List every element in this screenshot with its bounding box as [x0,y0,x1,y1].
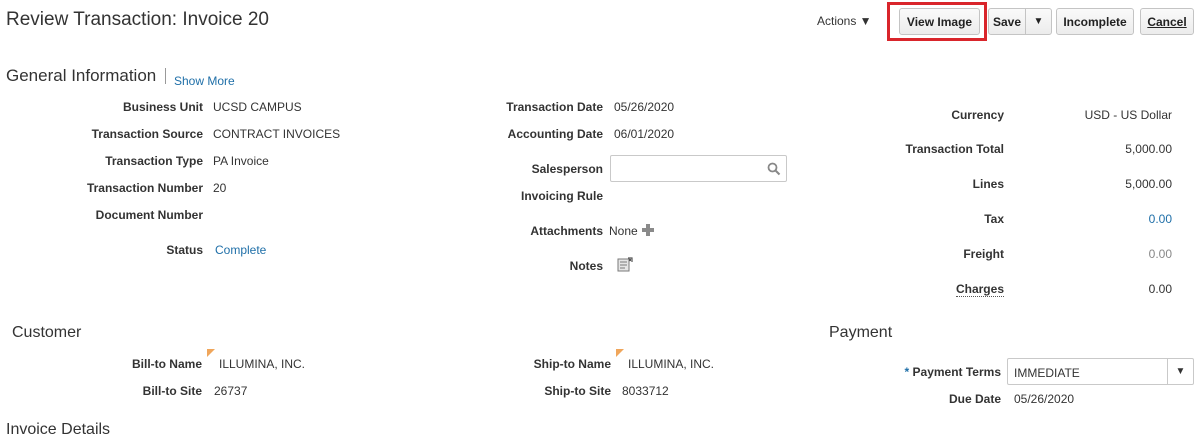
payment-terms-value: IMMEDIATE [1014,366,1080,380]
lines-label: Lines [972,177,1004,191]
view-image-button[interactable]: View Image [899,8,980,35]
invoice-details-heading: Invoice Details [6,421,111,438]
save-menu-button[interactable]: ▼ [1025,8,1052,35]
due-date-value: 05/26/2020 [1014,392,1075,406]
transaction-source-label: Transaction Source [91,127,203,141]
actions-menu[interactable]: Actions ▼ [817,14,872,28]
incomplete-button[interactable]: Incomplete [1056,8,1134,35]
transaction-number-label: Transaction Number [86,181,203,195]
customer-heading: Customer [12,324,82,341]
currency-value: USD - US Dollar [1084,108,1172,122]
document-number-label: Document Number [95,208,203,222]
transaction-number-value: 20 [213,181,227,195]
freight-label: Freight [963,247,1004,261]
general-information-heading: General Information [6,66,157,85]
bill-to-name-label: Bill-to Name [131,357,202,371]
tax-label: Tax [984,212,1004,226]
payment-heading: Payment [829,324,893,341]
notes-icon[interactable] [617,257,633,273]
accounting-date-label: Accounting Date [507,127,603,141]
business-unit-label: Business Unit [122,100,203,114]
page-title: Review Transaction: Invoice 20 [6,9,269,30]
chevron-down-icon[interactable]: ▼ [1167,359,1193,384]
add-attachment-icon[interactable] [641,223,655,237]
bill-to-site-value: 26737 [214,384,248,398]
chevron-down-icon: ▼ [1033,16,1044,27]
payment-terms-select[interactable]: IMMEDIATE ▼ [1007,358,1194,385]
ship-to-name-value: ILLUMINA, INC. [628,357,715,371]
cancel-button[interactable]: Cancel [1140,8,1194,35]
transaction-type-label: Transaction Type [105,154,203,168]
currency-label: Currency [951,108,1004,122]
status-value-link[interactable]: Complete [215,243,266,257]
invoicing-rule-label: Invoicing Rule [520,189,603,203]
ship-to-site-label: Ship-to Site [544,384,611,398]
attachments-value: None [609,224,638,238]
transaction-total-value: 5,000.00 [1125,142,1172,156]
ship-to-site-value: 8033712 [622,384,669,398]
charges-value: 0.00 [1148,282,1172,296]
transaction-date-value: 05/26/2020 [614,100,675,114]
bill-to-name-value: ILLUMINA, INC. [219,357,306,371]
search-icon[interactable] [767,162,781,176]
charges-label[interactable]: Charges [955,282,1004,297]
bill-to-site-label: Bill-to Site [142,384,202,398]
transaction-total-label: Transaction Total [905,142,1004,156]
transaction-date-label: Transaction Date [506,100,603,114]
tax-value-link[interactable]: 0.00 [1149,212,1172,226]
changed-marker-icon [207,349,215,357]
salesperson-input[interactable] [610,155,787,182]
lines-value: 5,000.00 [1125,177,1172,191]
heading-divider [165,68,166,84]
status-label: Status [166,243,203,257]
ship-to-name-label: Ship-to Name [533,357,611,371]
payment-terms-label: * Payment Terms [905,365,1002,379]
transaction-source-value: CONTRACT INVOICES [213,127,341,141]
freight-value: 0.00 [1148,247,1172,261]
accounting-date-value: 06/01/2020 [614,127,675,141]
payment-terms-label-text: Payment Terms [912,365,1001,379]
business-unit-value: UCSD CAMPUS [213,100,302,114]
show-more-link[interactable]: Show More [174,74,235,88]
notes-label: Notes [569,259,603,273]
salesperson-label: Salesperson [531,162,603,176]
transaction-type-value: PA Invoice [213,154,269,168]
due-date-label: Due Date [948,392,1001,406]
required-marker: * [904,365,910,379]
changed-marker-icon [616,349,624,357]
save-button[interactable]: Save [988,8,1026,35]
attachments-label: Attachments [530,224,603,238]
